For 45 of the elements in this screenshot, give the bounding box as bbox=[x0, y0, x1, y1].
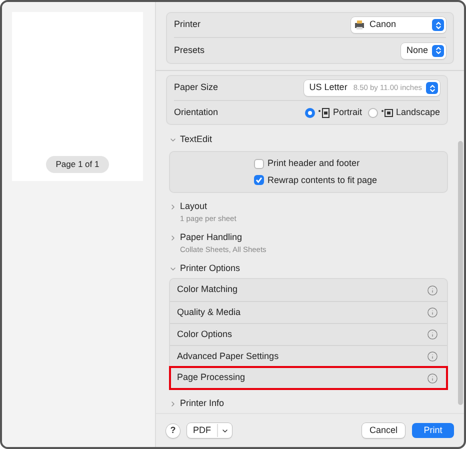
list-item[interactable]: Quality & Media bbox=[170, 301, 447, 323]
field-label: Printer bbox=[174, 18, 201, 32]
chevron-right-icon bbox=[169, 203, 177, 211]
chevron-down-icon bbox=[169, 265, 177, 273]
stepper-icon bbox=[426, 82, 438, 94]
portrait-icon bbox=[318, 108, 330, 118]
list-item[interactable]: Color Matching bbox=[170, 279, 447, 301]
list-item[interactable]: Page Processing bbox=[170, 367, 447, 389]
info-icon[interactable] bbox=[427, 351, 438, 362]
list-item[interactable]: Color Options bbox=[170, 323, 447, 345]
section-header[interactable]: Printer Info bbox=[169, 397, 224, 411]
checkbox-option[interactable]: Print header and footer bbox=[254, 157, 404, 170]
stepper-icon bbox=[432, 19, 444, 31]
section-header[interactable]: TextEdit bbox=[169, 133, 212, 147]
list-item[interactable]: Advanced Paper Settings bbox=[170, 345, 447, 367]
section-header[interactable]: Printer Options bbox=[169, 262, 240, 276]
field-label: Paper Size bbox=[174, 81, 218, 94]
pdf-menu-button[interactable]: PDF bbox=[187, 423, 232, 438]
checkbox[interactable] bbox=[254, 158, 264, 169]
field-label: Presets bbox=[174, 44, 205, 57]
help-button[interactable]: ? bbox=[166, 424, 180, 438]
info-icon[interactable] bbox=[427, 307, 438, 318]
print-button[interactable]: Print bbox=[412, 423, 454, 438]
section-header[interactable]: Layout bbox=[169, 200, 208, 214]
section-header[interactable]: Paper Handling bbox=[169, 231, 242, 245]
radio-option[interactable]: Landscape bbox=[368, 106, 440, 120]
field-label: Orientation bbox=[174, 106, 218, 119]
printer-icon bbox=[354, 20, 366, 30]
page-count-label: Page 1 of 1 bbox=[46, 156, 110, 173]
chevron-down-icon bbox=[169, 136, 177, 144]
radio-button[interactable] bbox=[368, 108, 378, 118]
chevron-right-icon bbox=[169, 400, 177, 408]
checkbox-option[interactable]: Rewrap contents to fit page bbox=[254, 174, 404, 187]
cancel-button[interactable]: Cancel bbox=[362, 423, 405, 438]
presets-select[interactable]: None bbox=[401, 42, 446, 58]
radio-option[interactable]: Portrait bbox=[304, 106, 362, 120]
info-icon[interactable] bbox=[427, 329, 438, 340]
info-icon[interactable] bbox=[427, 284, 438, 296]
printer-select[interactable]: Canon bbox=[351, 17, 446, 33]
landscape-icon bbox=[380, 108, 393, 118]
checkbox[interactable] bbox=[254, 175, 264, 186]
chevron-right-icon bbox=[169, 234, 177, 242]
info-icon[interactable] bbox=[427, 372, 438, 384]
stepper-icon bbox=[432, 44, 444, 56]
radio-button[interactable] bbox=[304, 108, 315, 118]
